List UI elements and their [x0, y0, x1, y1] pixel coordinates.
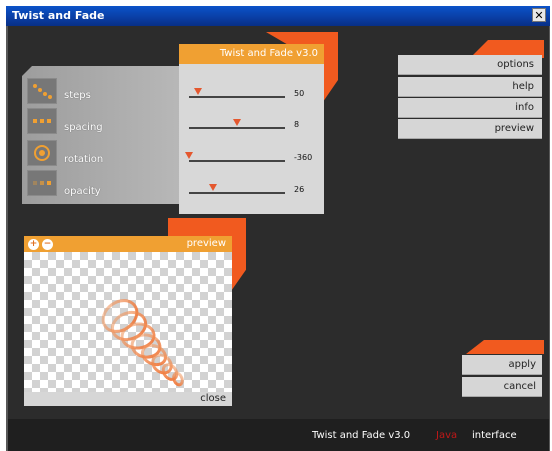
preview-header: + − preview — [24, 236, 232, 252]
preview-canvas — [24, 252, 232, 392]
window-title-bar: Twist and Fade ✕ — [6, 6, 550, 26]
window-title: Twist and Fade — [12, 9, 105, 22]
spacing-value: 8 — [294, 120, 300, 129]
java-logo: Java — [436, 430, 458, 441]
close-window-button[interactable]: ✕ — [532, 8, 546, 22]
rotation-value: -360 — [294, 153, 313, 162]
menu-item-options[interactable]: options — [398, 55, 542, 75]
zoom-out-button[interactable]: − — [42, 239, 53, 250]
steps-icon — [27, 78, 57, 104]
menu-item-info[interactable]: info — [398, 98, 542, 118]
rotation-label: rotation — [64, 154, 104, 165]
preview-close-button[interactable]: close — [200, 393, 226, 404]
footer-bar — [8, 419, 549, 451]
rotation-slider-handle[interactable] — [185, 152, 193, 159]
twist-fade-preview-image — [101, 299, 184, 387]
spacing-slider-track[interactable] — [189, 127, 285, 129]
opacity-value: 26 — [294, 185, 305, 194]
rotation-slider-track[interactable] — [189, 160, 285, 162]
menu-item-help[interactable]: help — [398, 77, 542, 97]
opacity-icon — [27, 170, 57, 196]
opacity-slider-track[interactable] — [189, 192, 285, 194]
steps-label: steps — [64, 90, 91, 101]
footer-version: Twist and Fade v3.0 — [312, 430, 411, 441]
apply-button[interactable]: apply — [462, 355, 542, 375]
preview-title: preview — [186, 238, 226, 249]
steps-value: 50 — [294, 89, 305, 98]
spacing-label: spacing — [64, 122, 103, 133]
opacity-label: opacity — [64, 186, 101, 197]
menu-item-preview[interactable]: preview — [398, 119, 542, 139]
zoom-in-button[interactable]: + — [28, 239, 39, 250]
cancel-button[interactable]: cancel — [462, 377, 542, 397]
spacing-slider-handle[interactable] — [232, 119, 241, 126]
steps-slider-track[interactable] — [189, 96, 285, 98]
preview-footer: close — [24, 392, 232, 406]
settings-panel-title: Twist and Fade v3.0 — [179, 44, 324, 64]
spacing-icon — [27, 108, 57, 134]
steps-slider-handle[interactable] — [194, 88, 203, 95]
opacity-slider-handle[interactable] — [208, 184, 217, 191]
rotation-icon — [27, 140, 57, 166]
footer-interface-text: interface — [472, 430, 517, 441]
